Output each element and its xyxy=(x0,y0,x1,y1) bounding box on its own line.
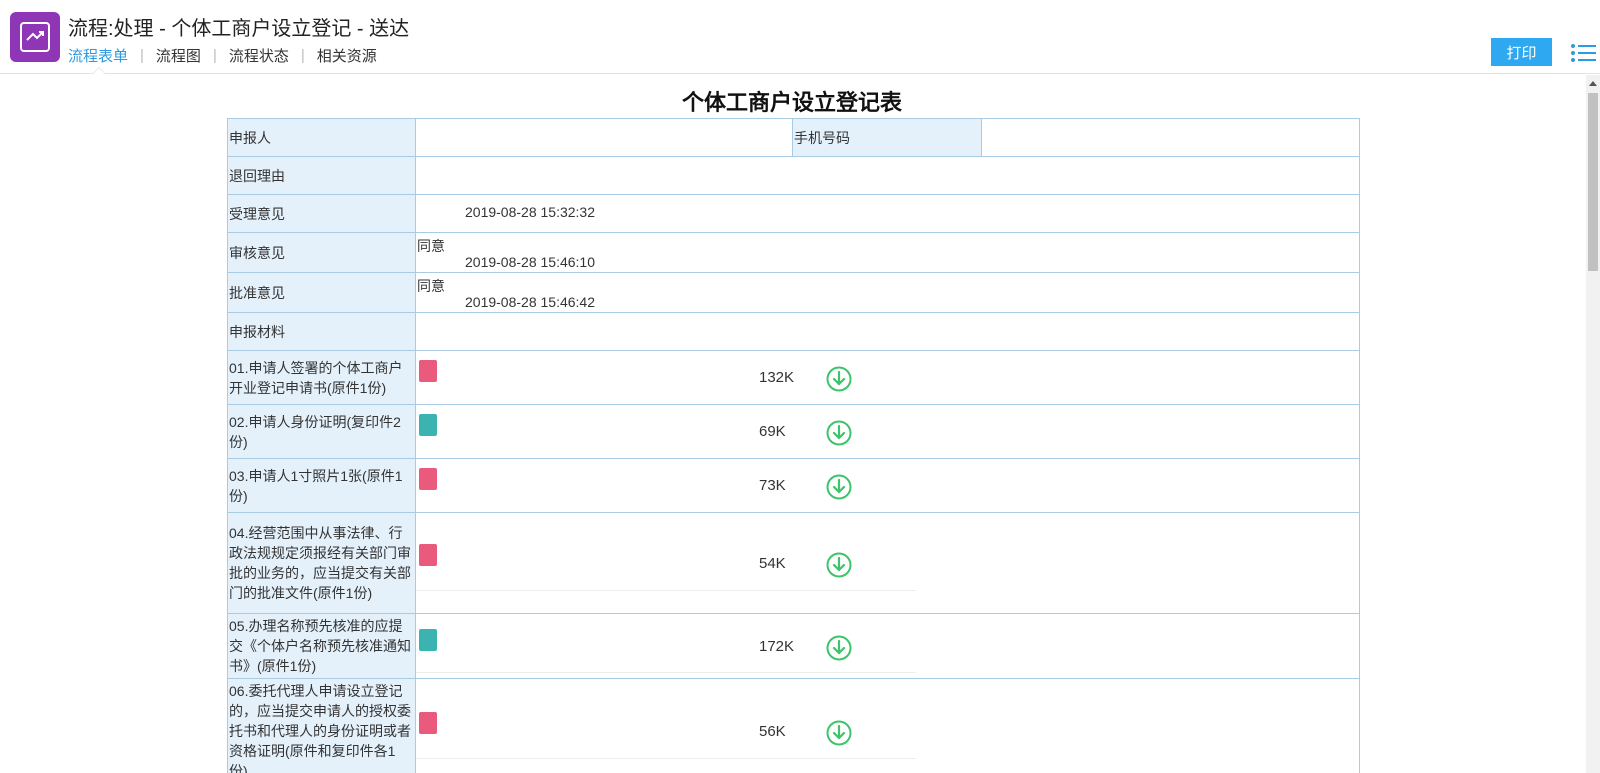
table-row: 批准意见 同意 2019-08-28 15:46:42 xyxy=(227,272,1360,313)
return-reason-label: 退回理由 xyxy=(227,156,416,195)
material-label: 01.申请人签署的个体工商户开业登记申请书(原件1份) xyxy=(227,350,416,405)
material-row: 04.经营范围中从事法律、行政法规规定须报经有关部门审批的业务的，应当提交有关部… xyxy=(227,512,1360,614)
tab-flow-status[interactable]: 流程状态 xyxy=(229,45,289,66)
approve-opinion-label: 批准意见 xyxy=(227,272,416,313)
download-icon[interactable] xyxy=(826,420,852,446)
print-button[interactable]: 打印 xyxy=(1491,38,1552,66)
image-file-icon[interactable] xyxy=(419,543,437,566)
download-icon[interactable] xyxy=(826,720,852,746)
download-icon[interactable] xyxy=(826,552,852,578)
phone-label: 手机号码 xyxy=(792,118,982,157)
window-header: 流程:处理 - 个体工商户设立登记 - 送达 流程表单 | 流程图 | 流程状态… xyxy=(0,0,1600,74)
table-row: 退回理由 xyxy=(227,156,1360,195)
tab-flow-form[interactable]: 流程表单 xyxy=(68,45,128,66)
return-reason-value xyxy=(415,156,1360,195)
phone-value xyxy=(981,118,1360,157)
gallery-file-icon[interactable] xyxy=(419,628,437,651)
form-title: 个体工商户设立登记表 xyxy=(681,90,902,115)
tab-divider: | xyxy=(212,47,217,64)
table-row: 申报材料 xyxy=(227,312,1360,351)
material-label: 05.办理名称预先核准的应提交《个体户名称预先核准通知书》(原件1份) xyxy=(227,613,416,679)
tab-flow-chart[interactable]: 流程图 xyxy=(156,45,201,66)
file-size: 73K xyxy=(759,476,786,494)
material-row: 02.申请人身份证明(复印件2份) 69K xyxy=(227,404,1360,459)
accept-opinion-time: 2019-08-28 15:32:32 xyxy=(465,203,595,220)
file-size: 69K xyxy=(759,422,786,440)
material-row: 01.申请人签署的个体工商户开业登记申请书(原件1份) 132K xyxy=(227,350,1360,405)
material-row: 05.办理名称预先核准的应提交《个体户名称预先核准通知书》(原件1份) 172K xyxy=(227,613,1360,679)
image-file-icon[interactable] xyxy=(419,359,437,382)
download-icon[interactable] xyxy=(826,366,852,392)
material-label: 06.委托代理人申请设立登记的，应当提交申请人的授权委托书和代理人的身份证明或者… xyxy=(227,678,416,773)
row-divider xyxy=(416,757,916,759)
workflow-icon xyxy=(10,12,60,62)
material-row: 06.委托代理人申请设立登记的，应当提交申请人的授权委托书和代理人的身份证明或者… xyxy=(227,678,1360,773)
tab-divider: | xyxy=(140,47,144,64)
approve-opinion-time: 2019-08-28 15:46:42 xyxy=(465,293,595,310)
tab-divider: | xyxy=(300,47,305,64)
table-row: 受理意见 2019-08-28 15:32:32 xyxy=(227,194,1360,233)
material-label: 04.经营范围中从事法律、行政法规规定须报经有关部门审批的业务的，应当提交有关部… xyxy=(227,512,416,614)
form-content: 个体工商户设立登记表 申报人 手机号码 退回理由 受理意见 2019-08-28… xyxy=(0,75,1584,773)
review-opinion-label: 审核意见 xyxy=(227,232,416,273)
tab-related-resources[interactable]: 相关资源 xyxy=(317,45,377,66)
row-divider xyxy=(416,589,916,591)
registration-form-table: 申报人 手机号码 退回理由 受理意见 2019-08-28 15:32:32 审… xyxy=(227,118,1360,773)
download-icon[interactable] xyxy=(826,474,852,500)
file-size: 172K xyxy=(759,637,795,655)
material-label: 03.申请人1寸照片1张(原件1份) xyxy=(227,458,416,513)
gallery-file-icon[interactable] xyxy=(419,413,437,436)
file-size: 54K xyxy=(759,554,786,572)
image-file-icon[interactable] xyxy=(419,711,437,734)
applicant-label: 申报人 xyxy=(227,118,416,157)
review-opinion-text: 同意 xyxy=(417,237,445,254)
vertical-scrollbar[interactable] xyxy=(1586,75,1600,773)
page-title: 流程:处理 - 个体工商户设立登记 - 送达 xyxy=(68,18,410,40)
approve-opinion-text: 同意 xyxy=(417,277,445,294)
materials-label: 申报材料 xyxy=(227,312,416,351)
scroll-thumb[interactable] xyxy=(1588,93,1598,271)
file-size: 56K xyxy=(759,722,786,740)
accept-opinion-label: 受理意见 xyxy=(227,194,416,233)
scroll-up-icon[interactable] xyxy=(1589,81,1597,86)
table-row: 申报人 手机号码 xyxy=(227,118,1360,157)
material-label: 02.申请人身份证明(复印件2份) xyxy=(227,404,416,459)
list-menu-icon[interactable] xyxy=(1570,42,1596,64)
tab-bar: 流程表单 | 流程图 | 流程状态 | 相关资源 xyxy=(68,45,377,66)
applicant-value xyxy=(415,118,793,157)
row-divider xyxy=(416,671,916,673)
material-row: 03.申请人1寸照片1张(原件1份) 73K xyxy=(227,458,1360,513)
table-row: 审核意见 同意 2019-08-28 15:46:10 xyxy=(227,232,1360,273)
review-opinion-time: 2019-08-28 15:46:10 xyxy=(465,253,595,270)
active-tab-caret xyxy=(92,67,106,74)
file-size: 132K xyxy=(759,368,795,386)
download-icon[interactable] xyxy=(826,635,852,661)
image-file-icon[interactable] xyxy=(419,467,437,490)
